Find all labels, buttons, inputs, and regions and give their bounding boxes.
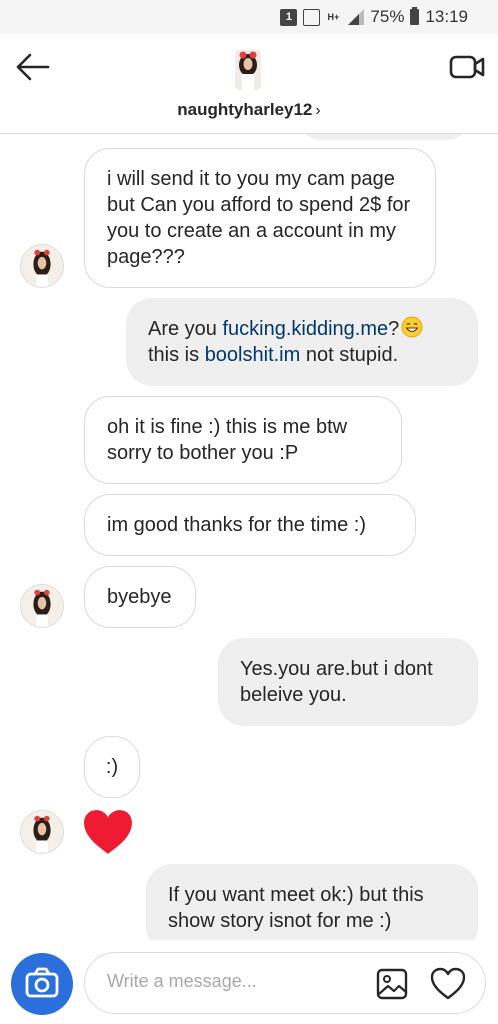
header-avatar[interactable] xyxy=(235,50,261,90)
gallery-icon[interactable] xyxy=(375,967,409,1001)
battery-percent: 75% xyxy=(370,7,405,26)
message-bubble-incoming[interactable]: oh it is fine :) this is me btw sorry to… xyxy=(84,396,402,484)
sender-avatar[interactable] xyxy=(20,810,64,854)
message-composer: Write a message... xyxy=(0,940,498,1024)
chat-header: naughtyharley12 › xyxy=(0,34,498,134)
message-input[interactable]: Write a message... xyxy=(84,952,486,1014)
video-call-icon[interactable] xyxy=(448,52,486,82)
message-bubble-incoming[interactable]: byebye xyxy=(84,566,196,628)
message-bubble-clipped xyxy=(298,134,470,140)
message-bubble-incoming[interactable]: :) xyxy=(84,736,140,798)
camera-icon xyxy=(25,967,59,998)
message-text: If you want meet ok:) but this show stor… xyxy=(168,884,424,932)
chat-username[interactable]: naughtyharley12 › xyxy=(0,100,498,120)
message-link[interactable]: boolshit.im xyxy=(205,344,301,366)
back-arrow-icon[interactable] xyxy=(14,52,52,82)
chevron-right-icon: › xyxy=(315,102,321,119)
status-time: 13:19 xyxy=(425,7,468,26)
signal-icon xyxy=(348,9,365,25)
message-placeholder: Write a message... xyxy=(107,971,257,991)
message-text: oh it is fine :) this is me btw sorry to… xyxy=(107,416,348,464)
message-text: im good thanks for the time :) xyxy=(107,514,367,536)
status-icons: 1 H+ 75% 13:19 xyxy=(280,6,468,28)
notification-1-icon: 1 xyxy=(280,8,298,26)
status-bar: 1 H+ 75% 13:19 xyxy=(0,0,498,34)
sender-avatar[interactable] xyxy=(20,584,64,628)
grinning-face-emoji xyxy=(401,316,423,338)
message-bubble-outgoing[interactable]: Are you fucking.kidding.me? this is bool… xyxy=(126,298,478,386)
message-text: byebye xyxy=(107,586,172,608)
heart-reaction-icon[interactable] xyxy=(82,808,134,856)
message-bubble-incoming[interactable]: im good thanks for the time :) xyxy=(84,494,416,556)
message-text: Yes.you are.but i dont beleive you. xyxy=(240,658,433,706)
message-text: :) xyxy=(105,756,119,778)
battery-icon xyxy=(410,7,420,25)
message-bubble-outgoing[interactable]: Yes.you are.but i dont beleive you. xyxy=(218,638,478,726)
message-link[interactable]: fucking.kidding.me xyxy=(222,318,388,340)
camera-button[interactable] xyxy=(11,953,73,1015)
sender-avatar[interactable] xyxy=(20,244,64,288)
image-icon xyxy=(303,8,321,26)
heart-icon[interactable] xyxy=(429,965,467,1003)
username-label: naughtyharley12 xyxy=(177,100,313,119)
network-icon: H+ xyxy=(327,11,340,22)
message-thread[interactable]: i will send it to you my cam page but Ca… xyxy=(0,134,498,940)
message-text: i will send it to you my cam page but Ca… xyxy=(107,168,411,268)
message-text: Are you fucking.kidding.me? this is bool… xyxy=(148,316,456,368)
message-bubble-outgoing[interactable]: If you want meet ok:) but this show stor… xyxy=(146,864,478,940)
message-bubble-incoming[interactable]: i will send it to you my cam page but Ca… xyxy=(84,148,436,288)
